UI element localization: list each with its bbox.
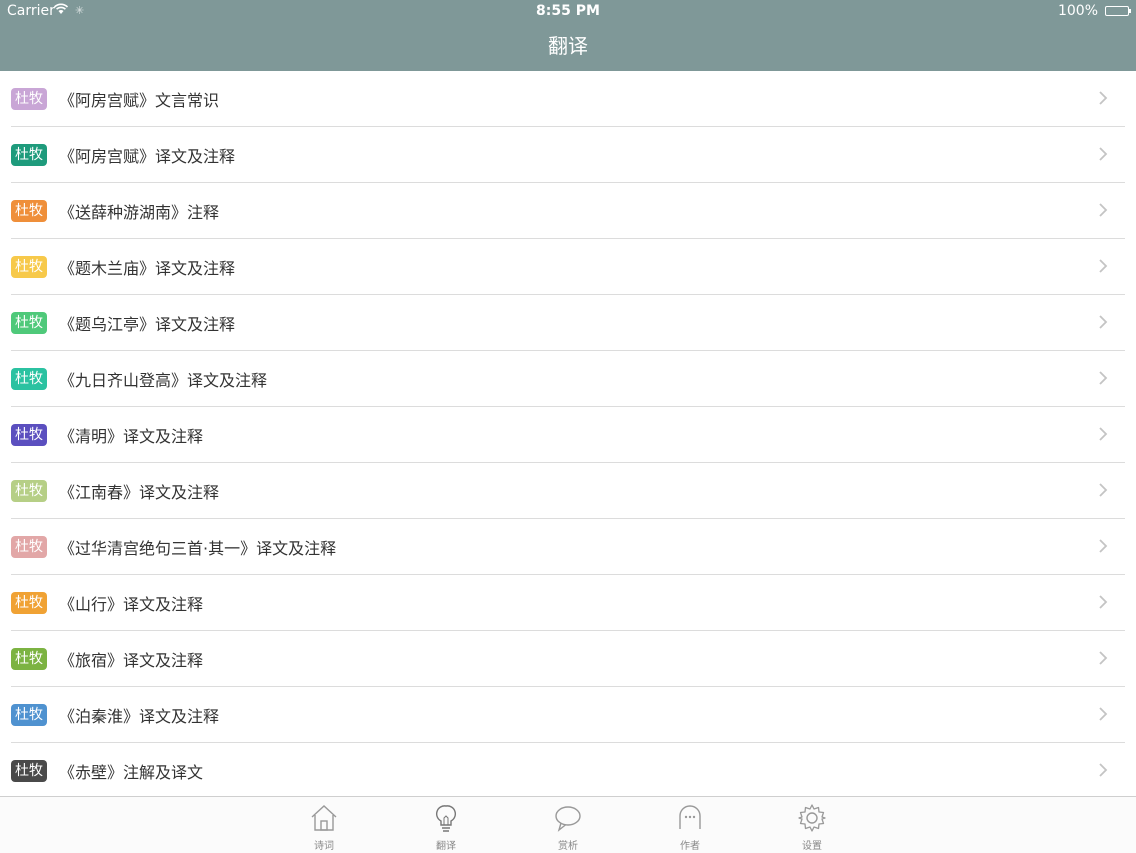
chevron-right-icon bbox=[1095, 706, 1111, 722]
author-badge: 杜牧 bbox=[11, 592, 47, 614]
author-badge: 杜牧 bbox=[11, 760, 47, 782]
speech-bubble-icon bbox=[538, 803, 598, 833]
list-item[interactable]: 杜牧 《题乌江亭》译文及注释 bbox=[11, 295, 1125, 351]
chevron-right-icon bbox=[1095, 482, 1111, 498]
face-icon bbox=[660, 803, 720, 833]
list-item[interactable]: 杜牧 《赤壁》注解及译文 bbox=[11, 743, 1125, 799]
author-badge: 杜牧 bbox=[11, 704, 47, 726]
chevron-right-icon bbox=[1095, 426, 1111, 442]
author-badge: 杜牧 bbox=[11, 256, 47, 278]
author-badge: 杜牧 bbox=[11, 424, 47, 446]
tab-label: 诗词 bbox=[314, 841, 334, 852]
author-badge: 杜牧 bbox=[11, 200, 47, 222]
list-item[interactable]: 杜牧 《送薛种游湖南》注释 bbox=[11, 183, 1125, 239]
author-badge: 杜牧 bbox=[11, 88, 47, 110]
list-item-title: 《题木兰庙》译文及注释 bbox=[59, 259, 236, 278]
author-badge: 杜牧 bbox=[11, 536, 47, 558]
tab-label: 赏析 bbox=[558, 841, 578, 852]
battery-icon bbox=[1105, 6, 1131, 16]
chevron-right-icon bbox=[1095, 762, 1111, 778]
author-badge: 杜牧 bbox=[11, 368, 47, 390]
tab-home[interactable]: 诗词 bbox=[294, 803, 354, 852]
author-badge: 杜牧 bbox=[11, 312, 47, 334]
author-badge: 杜牧 bbox=[11, 480, 47, 502]
tab-gear[interactable]: 设置 bbox=[782, 803, 842, 852]
list-item-title: 《清明》译文及注释 bbox=[59, 427, 204, 446]
list-item[interactable]: 杜牧 《旅宿》译文及注释 bbox=[11, 631, 1125, 687]
list-item[interactable]: 杜牧 《泊秦淮》译文及注释 bbox=[11, 687, 1125, 743]
tab-face[interactable]: 作者 bbox=[660, 803, 720, 852]
list-item-title: 《阿房宫赋》文言常识 bbox=[59, 91, 220, 110]
navigation-bar: Carrier ✳ 8:55 PM 100% 翻译 bbox=[0, 0, 1136, 71]
list-item[interactable]: 杜牧 《题木兰庙》译文及注释 bbox=[11, 239, 1125, 295]
tab-label: 作者 bbox=[680, 841, 700, 852]
list-item-title: 《题乌江亭》译文及注释 bbox=[59, 315, 236, 334]
lightbulb-icon bbox=[416, 803, 476, 833]
list-item-title: 《旅宿》译文及注释 bbox=[59, 651, 204, 670]
chevron-right-icon bbox=[1095, 146, 1111, 162]
tab-bar: 诗词 翻译 赏析 作者 设置 bbox=[0, 796, 1136, 853]
chevron-right-icon bbox=[1095, 538, 1111, 554]
status-time: 8:55 PM bbox=[536, 3, 600, 19]
tab-speech-bubble[interactable]: 赏析 bbox=[538, 803, 598, 852]
list-item-title: 《送薛种游湖南》注释 bbox=[59, 203, 220, 222]
chevron-right-icon bbox=[1095, 90, 1111, 106]
page-title: 翻译 bbox=[548, 34, 588, 58]
home-icon bbox=[294, 803, 354, 833]
list-item-title: 《阿房宫赋》译文及注释 bbox=[59, 147, 236, 166]
list-item[interactable]: 杜牧 《山行》译文及注释 bbox=[11, 575, 1125, 631]
chevron-right-icon bbox=[1095, 370, 1111, 386]
list-item[interactable]: 杜牧 《阿房宫赋》文言常识 bbox=[11, 71, 1125, 127]
list-item[interactable]: 杜牧 《九日齐山登高》译文及注释 bbox=[11, 351, 1125, 407]
list-item[interactable]: 杜牧 《过华清宫绝句三首·其一》译文及注释 bbox=[11, 519, 1125, 575]
chevron-right-icon bbox=[1095, 650, 1111, 666]
translation-list: 杜牧 《阿房宫赋》文言常识 杜牧 《阿房宫赋》译文及注释 杜牧 《送薛种游湖南》注释 杜牧《… bbox=[0, 71, 1136, 799]
tab-label: 设置 bbox=[802, 841, 822, 852]
tab-lightbulb[interactable]: 翻译 bbox=[416, 803, 476, 852]
list-item-title: 《泊秦淮》译文及注释 bbox=[59, 707, 220, 726]
list-item[interactable]: 杜牧 《清明》译文及注释 bbox=[11, 407, 1125, 463]
gear-icon bbox=[782, 803, 842, 833]
author-badge: 杜牧 bbox=[11, 648, 47, 670]
list-item-title: 《山行》译文及注释 bbox=[59, 595, 204, 614]
status-bar: Carrier ✳ 8:55 PM 100% bbox=[0, 0, 1136, 22]
author-badge: 杜牧 bbox=[11, 144, 47, 166]
battery-percentage: 100% bbox=[1057, 3, 1098, 19]
chevron-right-icon bbox=[1095, 202, 1111, 218]
chevron-right-icon bbox=[1095, 594, 1111, 610]
list-item[interactable]: 杜牧 《阿房宫赋》译文及注释 bbox=[11, 127, 1125, 183]
list-item[interactable]: 杜牧 《江南春》译文及注释 bbox=[11, 463, 1125, 519]
tab-label: 翻译 bbox=[436, 841, 456, 852]
list-item-title: 《九日齐山登高》译文及注释 bbox=[59, 371, 268, 390]
list-item-title: 《过华清宫绝句三首·其一》译文及注释 bbox=[59, 539, 337, 558]
list-item-title: 《江南春》译文及注释 bbox=[59, 483, 220, 502]
chevron-right-icon bbox=[1095, 314, 1111, 330]
list-item-title: 《赤壁》注解及译文 bbox=[59, 763, 204, 782]
chevron-right-icon bbox=[1095, 258, 1111, 274]
